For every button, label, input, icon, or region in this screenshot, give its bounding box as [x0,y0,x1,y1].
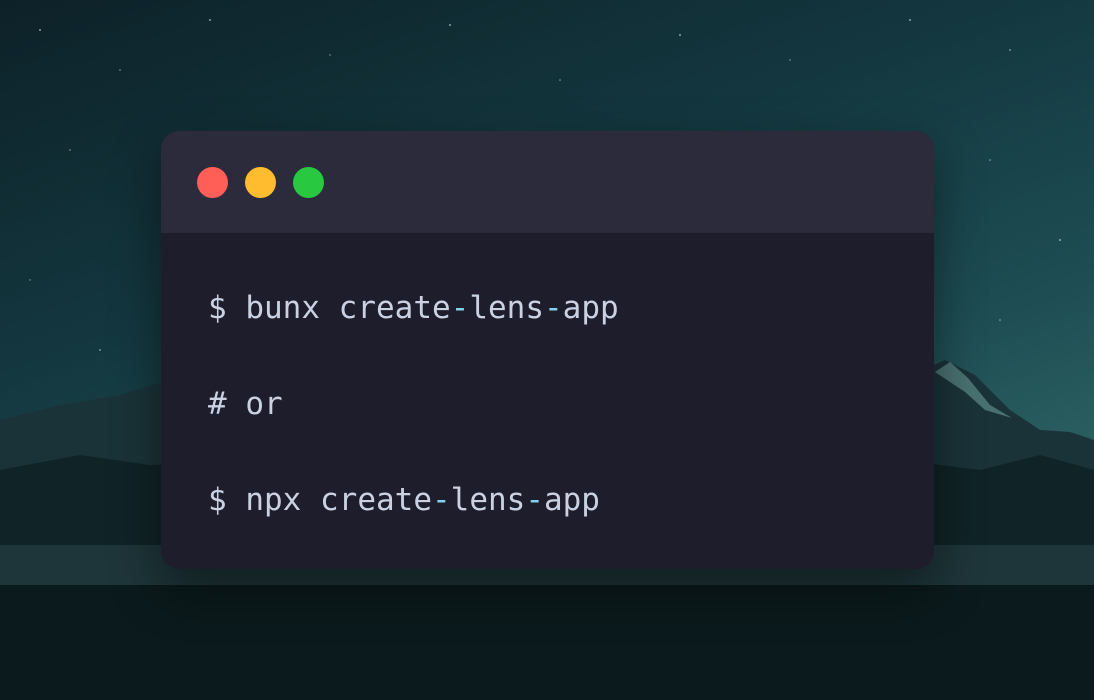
command-dash: - [450,290,470,326]
close-button[interactable] [197,167,228,198]
command-text: lens [469,290,544,326]
command-dash: - [543,290,563,326]
minimize-button[interactable] [245,167,276,198]
comment-text: or [245,386,283,422]
terminal-titlebar [161,131,934,233]
terminal-window: $ bunx create-lens-app # or $ npx create… [161,131,934,569]
prompt-symbol: $ [208,482,227,518]
terminal-line-comment: # or [208,384,283,424]
terminal-body: $ bunx create-lens-app # or $ npx create… [161,233,934,569]
command-text: app [543,482,600,518]
command-text: npx create [245,482,432,518]
comment-symbol: # [208,386,227,422]
prompt-symbol: $ [208,290,227,326]
command-text: bunx create [245,290,451,326]
terminal-line-bunx: $ bunx create-lens-app [208,288,619,328]
maximize-button[interactable] [293,167,324,198]
command-text: lens [450,482,526,518]
command-dash: - [431,482,451,518]
ground [0,585,1094,700]
command-text: app [562,290,619,326]
command-dash: - [525,482,544,518]
terminal-line-npx: $ npx create-lens-app [208,480,600,520]
